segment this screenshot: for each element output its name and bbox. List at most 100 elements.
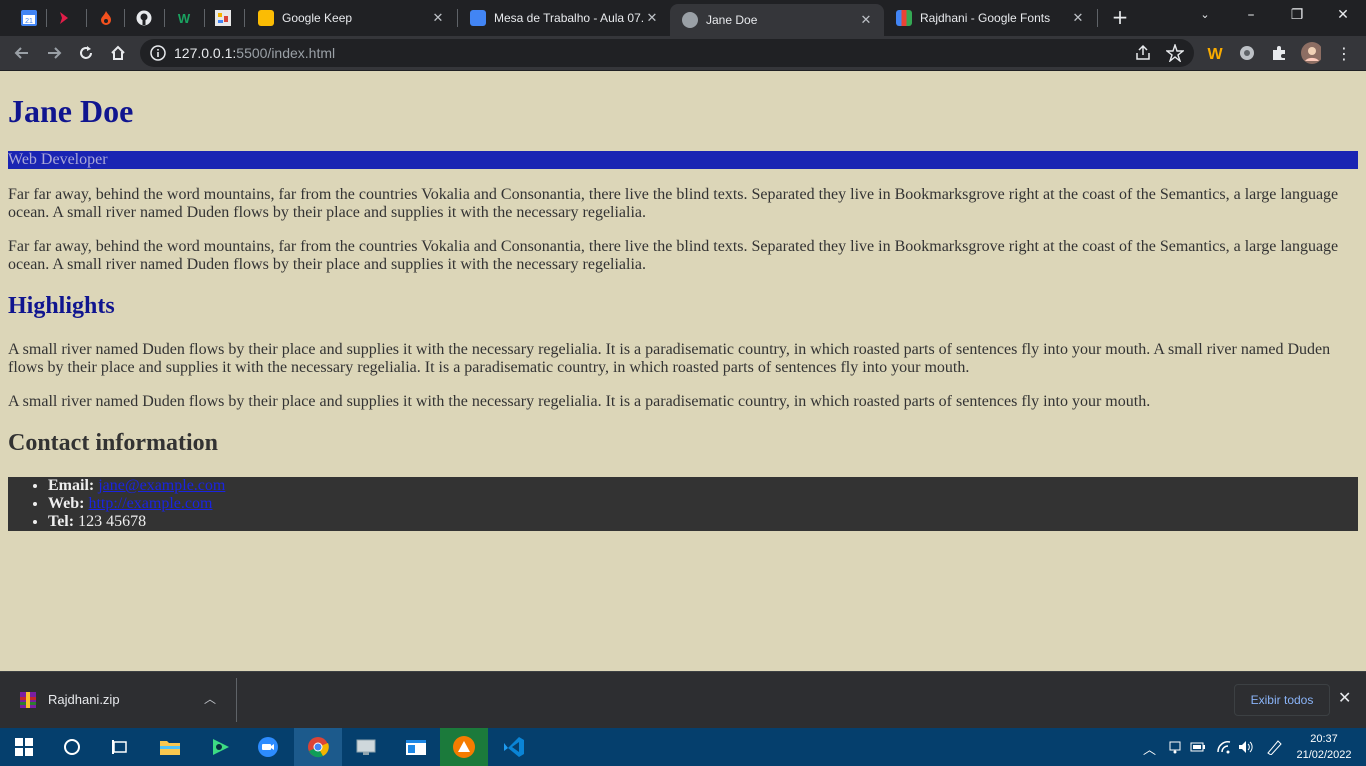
share-icon[interactable] bbox=[1134, 44, 1152, 62]
web-label: Web: bbox=[48, 495, 85, 512]
task-view-button[interactable] bbox=[96, 728, 144, 766]
windows-logo-icon bbox=[15, 738, 33, 756]
show-hidden-icons-chevron-up-icon[interactable]: ︿ bbox=[1143, 739, 1156, 758]
close-window-button[interactable]: ✕ bbox=[1320, 0, 1366, 32]
tab-google-keep[interactable]: Google Keep ✕ bbox=[246, 4, 456, 32]
email-link[interactable]: jane@example.com bbox=[98, 477, 225, 494]
close-tab-icon[interactable]: ✕ bbox=[858, 12, 874, 28]
tab-title: Mesa de Trabalho - Aula 07. bbox=[494, 11, 644, 25]
close-tab-icon[interactable]: ✕ bbox=[644, 10, 660, 26]
contact-list: Email: jane@example.com Web: http://exam… bbox=[8, 477, 1358, 531]
tab-mesa-de-trabalho[interactable]: Mesa de Trabalho - Aula 07. ✕ bbox=[458, 4, 670, 32]
job-title-bar: Web Developer bbox=[8, 151, 1358, 169]
volume-icon[interactable] bbox=[1238, 740, 1254, 754]
restore-button[interactable]: ❐ bbox=[1274, 0, 1320, 32]
close-tab-icon[interactable]: ✕ bbox=[430, 10, 446, 26]
pinned-tab-play[interactable] bbox=[52, 6, 76, 30]
download-options-chevron-up-icon[interactable]: ︿ bbox=[204, 690, 216, 707]
tel-value: 123 45678 bbox=[78, 513, 147, 530]
extension-w[interactable]: W bbox=[1205, 43, 1225, 63]
contact-email-item: Email: jane@example.com bbox=[48, 477, 1358, 495]
tab-title: Rajdhani - Google Fonts bbox=[920, 11, 1051, 25]
intro-paragraph: Far far away, behind the word mountains,… bbox=[8, 238, 1339, 273]
chrome-menu-button[interactable]: ⋮ bbox=[1334, 43, 1354, 63]
extensions-button[interactable] bbox=[1269, 43, 1289, 63]
globe-icon bbox=[682, 12, 698, 28]
reload-icon bbox=[80, 46, 92, 59]
puzzle-icon bbox=[1273, 46, 1285, 60]
sublime-app-button[interactable] bbox=[440, 728, 488, 766]
web-page: Jane Doe Web Developer Far far away, beh… bbox=[0, 71, 1366, 671]
contact-web-item: Web: http://example.com bbox=[48, 495, 1358, 513]
intro-paragraph: Far far away, behind the word mountains,… bbox=[8, 186, 1339, 221]
close-tab-icon[interactable]: ✕ bbox=[1070, 10, 1086, 26]
reload-button[interactable] bbox=[74, 41, 98, 65]
url-text[interactable]: 127.0.0.1:5500/index.html bbox=[174, 45, 335, 61]
search-button[interactable] bbox=[48, 728, 96, 766]
show-all-downloads-button[interactable]: Exibir todos bbox=[1234, 684, 1330, 716]
pinned-tab-w[interactable]: W bbox=[172, 6, 196, 30]
start-button[interactable] bbox=[0, 728, 48, 766]
bookmark-star-icon[interactable] bbox=[1166, 44, 1184, 62]
contact-tel-item: Tel: 123 45678 bbox=[48, 513, 1358, 531]
battery-icon[interactable] bbox=[1190, 741, 1206, 753]
clock-time: 20:37 bbox=[1310, 733, 1338, 745]
highlights-heading: Highlights bbox=[8, 293, 115, 319]
zoom-camera-icon bbox=[258, 737, 278, 757]
folder-icon bbox=[160, 741, 180, 755]
tel-label: Tel: bbox=[48, 513, 75, 530]
browser-toolbar: 127.0.0.1:5500/index.html W ⋮ bbox=[0, 36, 1366, 71]
tab-strip: 21 W Google Keep ✕ Mesa de Trabalho - Au… bbox=[0, 0, 1366, 36]
chrome-icon bbox=[308, 737, 329, 758]
chrome-button[interactable] bbox=[294, 728, 342, 766]
svg-text:21: 21 bbox=[25, 18, 33, 25]
device-manager-button[interactable] bbox=[342, 728, 390, 766]
window-app-button[interactable] bbox=[392, 728, 440, 766]
w-extension-icon: W bbox=[1207, 46, 1223, 62]
pinned-tab-fire[interactable] bbox=[94, 6, 118, 30]
tab-separator bbox=[86, 9, 87, 27]
home-button[interactable] bbox=[106, 41, 130, 65]
wifi-icon[interactable] bbox=[1216, 740, 1232, 754]
zoom-button[interactable] bbox=[244, 728, 292, 766]
divider bbox=[236, 678, 237, 722]
onedrive-sync-icon[interactable] bbox=[1168, 740, 1182, 754]
contact-heading: Contact information bbox=[8, 430, 218, 456]
keep-icon bbox=[258, 10, 274, 26]
download-item-filename[interactable]: Rajdhani.zip bbox=[48, 692, 120, 707]
avatar-icon bbox=[1301, 42, 1321, 64]
back-button[interactable] bbox=[10, 41, 34, 65]
docs-icon bbox=[470, 10, 486, 26]
forward-button[interactable] bbox=[42, 41, 66, 65]
google-fonts-icon bbox=[896, 10, 912, 26]
profile-avatar[interactable] bbox=[1301, 42, 1321, 64]
extension-grey[interactable] bbox=[1237, 43, 1257, 63]
address-bar[interactable]: 127.0.0.1:5500/index.html bbox=[140, 39, 1194, 67]
android-studio-button[interactable] bbox=[196, 728, 244, 766]
pen-ink-icon[interactable] bbox=[1266, 739, 1284, 755]
task-view-icon bbox=[112, 740, 127, 754]
vscode-button[interactable] bbox=[490, 728, 538, 766]
page-title: Jane Doe bbox=[8, 93, 134, 129]
tab-jane-doe[interactable]: Jane Doe ✕ bbox=[670, 4, 884, 36]
site-info-icon[interactable] bbox=[150, 45, 166, 61]
calendar-pinned-tab[interactable]: 21 bbox=[17, 6, 41, 30]
tab-search-chevron-down-icon[interactable]: ⌄ bbox=[1182, 0, 1228, 32]
computer-settings-icon bbox=[356, 739, 376, 755]
pinned-tab-image[interactable] bbox=[211, 6, 235, 30]
tab-rajdhani-google-fonts[interactable]: Rajdhani - Google Fonts ✕ bbox=[884, 4, 1096, 32]
system-clock[interactable]: 20:37 21/02/2022 bbox=[1294, 731, 1354, 763]
circle-extension-icon bbox=[1240, 46, 1254, 60]
file-explorer-button[interactable] bbox=[146, 728, 194, 766]
github-icon bbox=[136, 10, 152, 26]
new-tab-button[interactable]: + bbox=[1108, 6, 1132, 30]
url-host: 127.0.0.1: bbox=[174, 45, 237, 61]
svg-text:W: W bbox=[1207, 46, 1223, 62]
minimize-button[interactable]: – bbox=[1228, 0, 1274, 32]
web-link[interactable]: http://example.com bbox=[88, 495, 212, 512]
tab-separator bbox=[46, 9, 47, 27]
pinned-tab-github[interactable] bbox=[132, 6, 156, 30]
play-chevron-icon bbox=[60, 12, 68, 24]
close-download-bar-icon[interactable]: ✕ bbox=[1338, 688, 1351, 707]
tab-separator bbox=[164, 9, 165, 27]
